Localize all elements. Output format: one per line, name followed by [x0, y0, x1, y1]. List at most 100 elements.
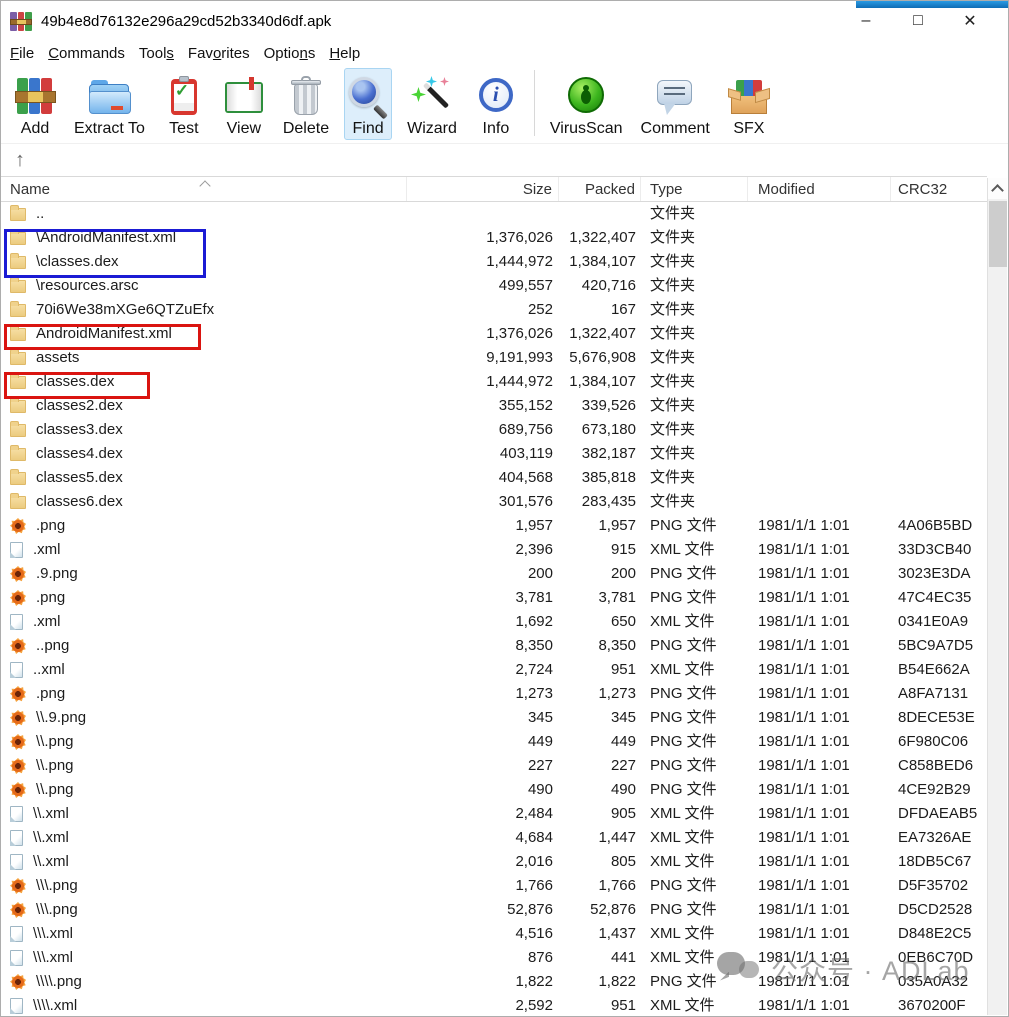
close-button[interactable]: ✕	[944, 1, 996, 41]
file-row[interactable]: classes5.dex404,568385,818文件夹	[1, 466, 987, 490]
file-row[interactable]: \\.png490490PNG 文件1981/1/1 1:014CE92B29	[1, 778, 987, 802]
file-packed: 8,350	[559, 634, 641, 658]
png-file-icon	[10, 902, 26, 918]
file-row[interactable]: .png1,2731,273PNG 文件1981/1/1 1:01A8FA713…	[1, 682, 987, 706]
file-size: 1,957	[407, 514, 559, 538]
file-row[interactable]: \\.xml4,6841,447XML 文件1981/1/1 1:01EA732…	[1, 826, 987, 850]
scroll-up-icon[interactable]	[988, 178, 1007, 199]
toolbar-button-virusscan[interactable]: VirusScan	[547, 68, 626, 140]
file-crc32: A8FA7131	[891, 682, 979, 706]
file-modified: 1981/1/1 1:01	[748, 586, 891, 610]
menu-item-file[interactable]: File	[10, 45, 34, 62]
file-row[interactable]: \resources.arsc499,557420,716文件夹	[1, 274, 987, 298]
file-row[interactable]: \AndroidManifest.xml1,376,0261,322,407文件…	[1, 226, 987, 250]
up-one-level-icon[interactable]: ↑	[15, 150, 25, 170]
file-size: 1,766	[407, 874, 559, 898]
file-type: PNG 文件	[641, 730, 748, 754]
file-row[interactable]: 70i6We38mXGe6QTZuEfx252167文件夹	[1, 298, 987, 322]
file-type: 文件夹	[641, 346, 748, 370]
file-name: \AndroidManifest.xml	[36, 226, 176, 250]
file-crc32: 8DECE53E	[891, 706, 979, 730]
toolbar-button-test[interactable]: Test	[160, 68, 208, 140]
file-name: assets	[36, 346, 79, 370]
menu-item-options[interactable]: Options	[264, 45, 316, 62]
xml-file-icon	[10, 950, 23, 966]
file-row[interactable]: classes4.dex403,119382,187文件夹	[1, 442, 987, 466]
file-row[interactable]: \\.png227227PNG 文件1981/1/1 1:01C858BED6	[1, 754, 987, 778]
file-name-cell: AndroidManifest.xml	[1, 322, 407, 346]
file-crc32: 5BC9A7D5	[891, 634, 979, 658]
file-row[interactable]: .png1,9571,957PNG 文件1981/1/1 1:014A06B5B…	[1, 514, 987, 538]
menu-item-commands[interactable]: Commands	[48, 45, 125, 62]
file-row[interactable]: \\.xml2,016805XML 文件1981/1/1 1:0118DB5C6…	[1, 850, 987, 874]
png-file-icon	[10, 782, 26, 798]
toolbar-button-label: Extract To	[74, 119, 145, 139]
file-row[interactable]: \\\.xml4,5161,437XML 文件1981/1/1 1:01D848…	[1, 922, 987, 946]
file-name: \\\\.png	[36, 970, 82, 994]
file-row[interactable]: classes2.dex355,152339,526文件夹	[1, 394, 987, 418]
file-row[interactable]: \\.xml2,484905XML 文件1981/1/1 1:01DFDAEAB…	[1, 802, 987, 826]
png-file-icon	[10, 566, 26, 582]
file-packed: 1,822	[559, 970, 641, 994]
file-row[interactable]: .xml1,692650XML 文件1981/1/1 1:010341E0A9	[1, 610, 987, 634]
menu-item-tools[interactable]: Tools	[139, 45, 174, 62]
file-row[interactable]: .9.png200200PNG 文件1981/1/1 1:013023E3DA	[1, 562, 987, 586]
file-row[interactable]: ..xml2,724951XML 文件1981/1/1 1:01B54E662A	[1, 658, 987, 682]
column-header-modified[interactable]: Modified	[748, 177, 891, 201]
file-crc32	[891, 322, 979, 346]
toolbar-button-delete[interactable]: Delete	[280, 68, 332, 140]
toolbar-button-label: Info	[483, 119, 510, 139]
file-name: \\.png	[36, 778, 74, 802]
column-header-size[interactable]: Size	[407, 177, 559, 201]
toolbar-button-comment[interactable]: Comment	[638, 68, 713, 140]
file-packed: 227	[559, 754, 641, 778]
virus-scan-icon	[565, 75, 607, 119]
file-name-cell: 70i6We38mXGe6QTZuEfx	[1, 298, 407, 322]
file-crc32: D5F35702	[891, 874, 979, 898]
toolbar-button-extract-to[interactable]: Extract To	[71, 68, 148, 140]
file-row[interactable]: ..png8,3508,350PNG 文件1981/1/1 1:015BC9A7…	[1, 634, 987, 658]
file-row[interactable]: \classes.dex1,444,9721,384,107文件夹	[1, 250, 987, 274]
file-type: PNG 文件	[641, 682, 748, 706]
scrollbar-thumb[interactable]	[989, 201, 1007, 267]
file-row[interactable]: \\.9.png345345PNG 文件1981/1/1 1:018DECE53…	[1, 706, 987, 730]
test-clipboard-icon	[163, 75, 205, 119]
file-size: 1,376,026	[407, 226, 559, 250]
menu-item-favorites[interactable]: Favorites	[188, 45, 250, 62]
folder-file-icon	[10, 304, 26, 317]
maximize-button[interactable]: □	[892, 1, 944, 41]
file-row[interactable]: \\.png449449PNG 文件1981/1/1 1:016F980C06	[1, 730, 987, 754]
toolbar-button-sfx[interactable]: SFX	[725, 68, 773, 140]
file-size: 355,152	[407, 394, 559, 418]
file-name-cell: .png	[1, 586, 407, 610]
toolbar-button-view[interactable]: View	[220, 68, 268, 140]
file-row[interactable]: assets9,191,9935,676,908文件夹	[1, 346, 987, 370]
file-row[interactable]: ..文件夹	[1, 202, 987, 226]
file-row[interactable]: \\\.png1,7661,766PNG 文件1981/1/1 1:01D5F3…	[1, 874, 987, 898]
folder-file-icon	[10, 352, 26, 365]
file-row[interactable]: classes.dex1,444,9721,384,107文件夹	[1, 370, 987, 394]
file-row[interactable]: classes6.dex301,576283,435文件夹	[1, 490, 987, 514]
column-header-type[interactable]: Type	[641, 177, 748, 201]
toolbar-button-info[interactable]: Info	[472, 68, 520, 140]
file-row[interactable]: \\\.png52,87652,876PNG 文件1981/1/1 1:01D5…	[1, 898, 987, 922]
toolbar-button-find[interactable]: Find	[344, 68, 392, 140]
file-modified: 1981/1/1 1:01	[748, 514, 891, 538]
column-header-crc32[interactable]: CRC32	[891, 177, 979, 201]
file-row[interactable]: \\\\.xml2,592951XML 文件1981/1/1 1:0136702…	[1, 994, 987, 1017]
toolbar-button-wizard[interactable]: Wizard	[404, 68, 460, 140]
file-type: 文件夹	[641, 394, 748, 418]
file-type: 文件夹	[641, 442, 748, 466]
folder-file-icon	[10, 424, 26, 437]
toolbar-button-add[interactable]: Add	[11, 68, 59, 140]
file-name-cell: classes2.dex	[1, 394, 407, 418]
file-size: 301,576	[407, 490, 559, 514]
column-header-packed[interactable]: Packed	[559, 177, 641, 201]
minimize-button[interactable]: –	[840, 1, 892, 41]
menu-item-help[interactable]: Help	[329, 45, 360, 62]
vertical-scrollbar[interactable]	[987, 178, 1007, 1015]
file-row[interactable]: .xml2,396915XML 文件1981/1/1 1:0133D3CB40	[1, 538, 987, 562]
file-row[interactable]: AndroidManifest.xml1,376,0261,322,407文件夹	[1, 322, 987, 346]
file-row[interactable]: classes3.dex689,756673,180文件夹	[1, 418, 987, 442]
file-row[interactable]: .png3,7813,781PNG 文件1981/1/1 1:0147C4EC3…	[1, 586, 987, 610]
